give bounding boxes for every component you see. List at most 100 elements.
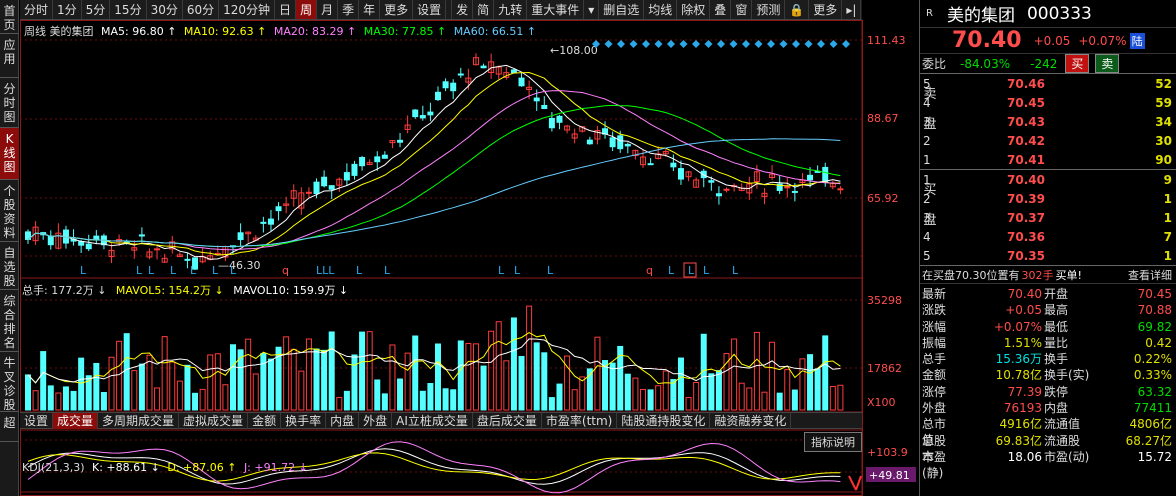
volume-bar <box>640 388 646 411</box>
stat-value: 69.82 <box>1137 319 1172 334</box>
left-tab-5[interactable]: 自选股 <box>0 242 19 290</box>
toolbar-btn-23[interactable]: 窗 <box>731 0 753 19</box>
toolbar-btn-5[interactable]: 60分 <box>183 0 220 19</box>
bids-row[interactable]: 5 70.35 1 <box>920 246 1176 265</box>
signal-diamond <box>829 40 838 48</box>
toolbar-btn-0[interactable]: 分时 <box>20 0 54 19</box>
toolbar-btn-10[interactable]: 季 <box>338 0 360 19</box>
toolbar-btn-2[interactable]: 5分 <box>82 0 111 19</box>
signal-diamond <box>767 40 775 48</box>
toolbar-btn-17[interactable]: 重大事件 <box>527 0 585 19</box>
indicator-tab-5[interactable]: 换手率 <box>281 413 327 429</box>
toolbar-btn-19[interactable]: 删自选 <box>599 0 645 19</box>
price-axis-label: 65.92 <box>867 192 899 205</box>
bids-row[interactable]: 3 70.37 1 <box>920 208 1176 227</box>
stat-label: 涨停 <box>922 384 947 399</box>
left-tab-2[interactable]: 分时图 <box>0 78 19 128</box>
toolbar-btn-1[interactable]: 1分 <box>53 0 82 19</box>
toolbar-btn-26[interactable]: 更多 <box>809 0 843 19</box>
left-tab-8[interactable]: 超 <box>0 412 19 442</box>
stat-label: 市盈(静) <box>922 449 947 480</box>
toolbar-btn-6[interactable]: 120分钟 <box>219 0 276 19</box>
toolbar-btn-22[interactable]: 叠 <box>710 0 732 19</box>
asks-row[interactable]: 5 70.46 52 <box>920 74 1176 93</box>
left-tab-4[interactable]: 个股资料 <box>0 180 19 242</box>
volume-bar <box>738 382 745 411</box>
stat-value: +0.07% <box>993 319 1042 334</box>
volume-bar <box>457 340 464 411</box>
stat-value: 76193 <box>1003 401 1042 416</box>
indicator-tab-7[interactable]: 外盘 <box>359 413 393 429</box>
signal-diamond <box>842 40 850 48</box>
volume-bar <box>154 387 161 411</box>
volume-bar <box>715 370 722 411</box>
volume-bar <box>670 379 677 411</box>
toolbar-btn-16[interactable]: 九转 <box>494 0 528 19</box>
indicator-tab-11[interactable]: 陆股通持股变化 <box>617 413 711 429</box>
stat-value: 0.42 <box>1145 335 1172 350</box>
sell-button[interactable]: 卖 <box>1095 54 1120 73</box>
asks-row[interactable]: 2 70.42 30 <box>920 131 1176 150</box>
volume-bar <box>290 348 297 411</box>
left-tab-7[interactable]: 牛叉诊股 <box>0 352 19 412</box>
indicator-tabs: 设置 成交量 多周期成交量 虚拟成交量 金额 换手率 内盘 外盘 AI立桩成交量 盘后成交量 市盈率… <box>20 412 862 429</box>
toolbar-btn-13[interactable]: 设置 <box>413 0 447 19</box>
stat-value: 10.78亿 <box>995 368 1042 383</box>
stat-label: 涨跌 <box>922 303 947 318</box>
left-tab-6[interactable]: 综合排名 <box>0 290 19 352</box>
stat-label: 振幅 <box>922 335 947 350</box>
signal-diamond <box>729 40 738 48</box>
candle-body <box>313 181 320 194</box>
toolbar-btn-11[interactable]: 年 <box>359 0 381 19</box>
indicator-tab-4[interactable]: 金额 <box>248 413 282 429</box>
volume-bar <box>47 385 54 411</box>
indicator-tab-8[interactable]: AI立桩成交量 <box>392 413 473 429</box>
toolbar-btn-24[interactable]: 预测 <box>752 0 786 19</box>
asks-row[interactable]: 1 70.41 90 <box>920 150 1176 169</box>
candle-body <box>609 137 616 148</box>
stat-value: 70.40 <box>1007 287 1042 301</box>
asks-row[interactable]: 3 70.43 34 <box>920 112 1176 131</box>
indicator-tab-1[interactable]: 成交量 <box>53 413 99 429</box>
toolbar-btn-12[interactable]: 更多 <box>380 0 414 19</box>
bids-row[interactable]: 1 70.40 9 <box>920 170 1176 189</box>
bids-volume: 1 <box>1163 191 1172 206</box>
toolbar-btn-7[interactable]: 日 <box>275 0 297 19</box>
left-tab-0[interactable]: 首页 <box>0 0 19 34</box>
indicator-tab-12[interactable]: 融资融券变化 <box>710 413 792 429</box>
indicator-tab-9[interactable]: 盘后成交量 <box>473 413 542 429</box>
indicator-tab-10[interactable]: 市盈率(ttm) <box>542 413 618 429</box>
stats-row: 外盘 76193 内盘 77411 <box>920 400 1176 416</box>
indicator-tab-2[interactable]: 多周期成交量 <box>98 413 180 429</box>
toolbar-btn-14[interactable]: 发 <box>452 0 474 19</box>
indicator-tab-0[interactable]: 设置 <box>20 413 54 429</box>
bids-price: 70.39 <box>1007 191 1045 206</box>
volume-bar <box>321 349 328 411</box>
toolbar-btn-3[interactable]: 15分 <box>110 0 147 19</box>
left-tab-3[interactable]: K线图 <box>0 128 19 180</box>
toolbar-btn-9[interactable]: 月 <box>317 0 339 19</box>
indicator-tab-3[interactable]: 虚拟成交量 <box>179 413 249 429</box>
signal-marker: L <box>190 264 197 277</box>
indicator-tab-6[interactable]: 内盘 <box>326 413 360 429</box>
buy-button[interactable]: 买 <box>1065 54 1090 73</box>
toolbar-btn-21[interactable]: 除权 <box>677 0 711 19</box>
asks-row[interactable]: 4 70.45 59 <box>920 93 1176 112</box>
toolbar-btn-18[interactable]: ▾ <box>584 0 600 19</box>
stat-label: 涨幅 <box>922 319 947 334</box>
toolbar-btn-4[interactable]: 30分 <box>147 0 183 19</box>
indicator-help-button[interactable]: 指标说明 <box>804 432 862 452</box>
bids-volume: 1 <box>1163 210 1172 225</box>
price-pct: +0.07% <box>1078 33 1127 48</box>
toolbar-btn-25[interactable]: 🔒 <box>785 0 810 19</box>
toolbar-btn-20[interactable]: 均线 <box>644 0 678 19</box>
toolbar-btn-8[interactable]: 周 <box>296 0 318 19</box>
bids-row[interactable]: 2 70.39 1 <box>920 189 1176 208</box>
left-tab-1[interactable]: 应用 <box>0 34 19 78</box>
volume-bar <box>70 390 77 411</box>
notice-detail-link[interactable]: 查看详细 <box>1128 267 1176 283</box>
toolbar-btn-27[interactable]: ▸| <box>842 0 862 19</box>
bids-row[interactable]: 4 70.36 7 <box>920 227 1176 246</box>
asks-volume: 34 <box>1155 114 1172 129</box>
toolbar-btn-15[interactable]: 简 <box>473 0 495 19</box>
